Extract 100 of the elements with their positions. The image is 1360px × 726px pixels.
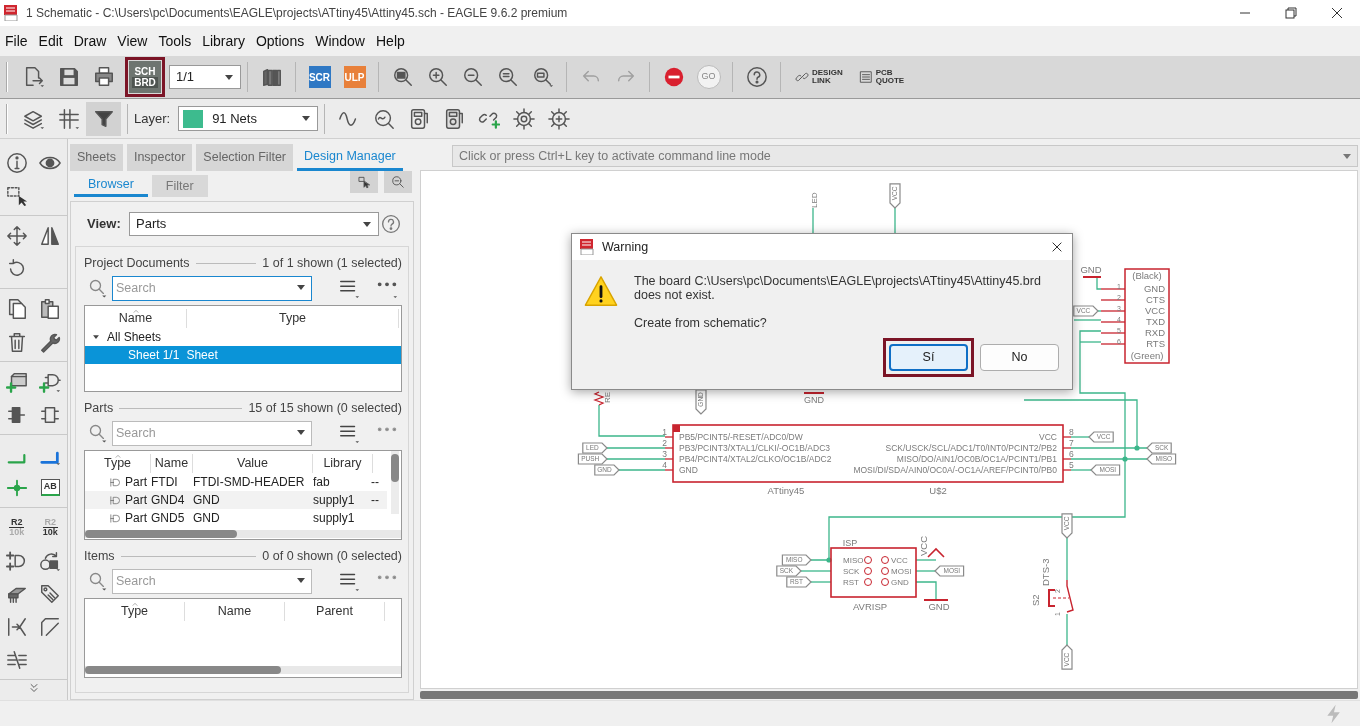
schematic-label: ATtiny45: [767, 485, 805, 496]
table-cell-text: --: [370, 492, 379, 509]
text-tool-button[interactable]: AB: [40, 479, 60, 496]
select-tool-button[interactable]: [350, 171, 378, 193]
layer-select[interactable]: 91 Nets: [178, 106, 319, 131]
scrollbar[interactable]: [391, 451, 399, 514]
port-icon[interactable]: [5, 615, 28, 638]
design-link-button[interactable]: DESIGN LINK: [787, 69, 851, 85]
search-icon[interactable]: [88, 571, 108, 591]
menu-item[interactable]: File: [0, 30, 34, 52]
column-header[interactable]: Name: [118, 311, 153, 326]
part-icon: [109, 512, 120, 524]
chip-plus-icon[interactable]: [5, 370, 28, 393]
table-cell-text: FTDI: [151, 474, 179, 491]
close-icon[interactable]: [1050, 240, 1064, 255]
schematic-label: RXD: [1144, 327, 1165, 338]
schematic-label: MISO/DO/AIN1/OC0B/OC1A/PCINT1/PB1: [896, 454, 1057, 464]
scrollbar[interactable]: [420, 691, 1358, 699]
sch-brd-switch-button[interactable]: SCH BRD: [129, 61, 161, 93]
value-tool-button[interactable]: R2 10k: [42, 518, 58, 537]
column-header[interactable]: Name: [154, 456, 189, 471]
search-icon[interactable]: [88, 278, 108, 298]
zoom-select-icon[interactable]: [531, 66, 554, 88]
column-header[interactable]: Type: [120, 604, 149, 619]
tree-item[interactable]: All Sheets: [107, 328, 162, 346]
zoom-in-icon[interactable]: [426, 66, 449, 88]
tag-icon[interactable]: [39, 582, 62, 605]
schematic-label: RST: [843, 578, 859, 587]
schematic-label: GND: [679, 465, 698, 475]
zoom-out-icon[interactable]: [461, 66, 484, 88]
column-header[interactable]: Library: [323, 456, 362, 471]
gate-plus-icon[interactable]: [5, 549, 28, 572]
miter-icon[interactable]: [39, 615, 62, 638]
lines-icon[interactable]: [6, 648, 28, 671]
panel-tab[interactable]: Inspector: [126, 144, 193, 171]
clipboard-icon[interactable]: [39, 297, 62, 320]
menu-item[interactable]: View: [112, 30, 154, 52]
column-header[interactable]: Value: [236, 456, 268, 471]
net-wire: [915, 581, 937, 601]
view-select[interactable]: Parts: [129, 212, 379, 236]
schematic-label: SCK: [843, 567, 860, 576]
name-tool-button[interactable]: R2 10k: [9, 518, 25, 537]
panel-tab[interactable]: Sheets: [70, 144, 123, 171]
table-cell-text: supply1: [313, 510, 356, 527]
search-field[interactable]: Search: [112, 568, 312, 594]
section-count: 15 of 15 shown (0 selected): [248, 399, 402, 417]
menu-item[interactable]: Window: [310, 30, 371, 52]
gear-icon[interactable]: [512, 107, 535, 130]
net-wire: [618, 469, 666, 471]
part-icon: [109, 494, 120, 506]
list-icon: [858, 70, 873, 84]
schematic-label: VCC: [1039, 432, 1057, 442]
dialog-button[interactable]: No: [980, 344, 1059, 371]
info-icon[interactable]: [5, 151, 28, 174]
schematic-label: SCK/USCK/SCL/ADC1/T0/INT0/PCINT2/PB2: [885, 443, 1057, 453]
grid-icon[interactable]: [57, 107, 80, 130]
sheet-select[interactable]: 1/1: [169, 65, 241, 89]
chain-icon: [795, 70, 809, 84]
zoom-fit-icon[interactable]: [391, 66, 414, 88]
panel-tab[interactable]: Selection Filter: [196, 144, 294, 171]
zoom-button[interactable]: [384, 171, 412, 193]
menu-item[interactable]: Draw: [68, 30, 113, 52]
menu-item[interactable]: Tools: [153, 30, 198, 52]
menu-item[interactable]: Library: [197, 30, 251, 52]
schematic-label: VCC: [891, 556, 908, 565]
schematic-label: ISP: [842, 538, 858, 548]
command-line-field[interactable]: Click or press Ctrl+L key to activate command line mode: [452, 145, 1358, 167]
dialog-button[interactable]: Sí: [889, 344, 968, 371]
column-header[interactable]: Type: [103, 456, 132, 471]
print-icon[interactable]: [92, 66, 115, 88]
menu-item[interactable]: Options: [250, 30, 311, 52]
search-field[interactable]: Search: [112, 275, 312, 301]
gear-icon[interactable]: [547, 107, 570, 130]
mirror-icon[interactable]: [39, 224, 62, 247]
pcb-quote-button[interactable]: PCB QUOTE: [850, 69, 913, 85]
column-header[interactable]: Parent: [316, 604, 353, 619]
save-icon[interactable]: [57, 66, 80, 88]
search-field[interactable]: Search: [112, 420, 312, 446]
view-label: View:: [87, 215, 122, 234]
column-header[interactable]: Type: [278, 311, 307, 326]
menu-item[interactable]: Help: [371, 30, 411, 52]
column-header[interactable]: Name: [217, 604, 252, 619]
table-cell-text: supply1: [313, 492, 356, 509]
selection-icon[interactable]: [6, 184, 28, 207]
stop-icon[interactable]: [662, 66, 685, 88]
filter-button[interactable]: [86, 101, 121, 136]
dialog-message: The board C:\Users\pc\Documents\EAGLE\projects\ATtiny45\Attiny45.brd does not exist.: [634, 274, 1041, 302]
redraw-icon[interactable]: [496, 66, 519, 88]
scrollbar[interactable]: [85, 530, 401, 538]
menu-item[interactable]: Edit: [33, 30, 69, 52]
net-wire: [598, 404, 666, 437]
script-button[interactable]: SCR: [308, 66, 331, 88]
replace-icon[interactable]: [39, 549, 62, 572]
help-icon[interactable]: [381, 214, 401, 234]
search-icon[interactable]: [88, 423, 108, 443]
move-icon[interactable]: [5, 224, 28, 247]
scrollbar[interactable]: [85, 666, 401, 674]
books-icon[interactable]: [260, 66, 283, 88]
help-icon[interactable]: [745, 66, 768, 88]
magnifier-icon[interactable]: [372, 107, 395, 130]
